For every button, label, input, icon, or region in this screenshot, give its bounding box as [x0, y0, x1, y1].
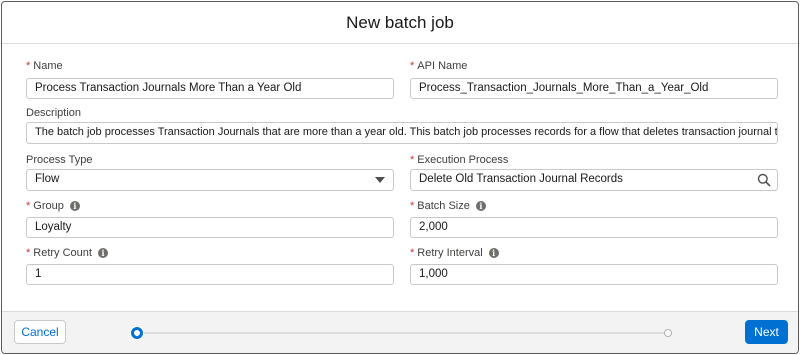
- retry-interval-label-text: Retry Interval: [417, 247, 483, 259]
- required-marker: *: [410, 60, 415, 72]
- execution-process-lookup[interactable]: Delete Old Transaction Journal Records: [410, 169, 778, 191]
- group-label: * Group i: [26, 199, 394, 213]
- description-field: Description The batch job processes Tran…: [26, 106, 778, 146]
- execution-process-value: Delete Old Transaction Journal Records: [419, 173, 623, 185]
- description-label-text: Description: [26, 107, 82, 119]
- retry-count-label-text: Retry Count: [33, 247, 92, 259]
- next-button[interactable]: Next: [745, 320, 788, 344]
- modal-footer: Cancel Next: [2, 311, 798, 353]
- info-icon[interactable]: i: [488, 248, 499, 258]
- process-type-label-text: Process Type: [26, 154, 93, 166]
- batch-size-field: * Batch Size i 2,000: [410, 199, 778, 239]
- description-label: Description: [26, 106, 778, 120]
- process-type-field: Process Type Flow: [26, 153, 394, 195]
- name-label-text: Name: [33, 60, 63, 72]
- progress-step-current[interactable]: [131, 327, 143, 339]
- info-icon[interactable]: i: [97, 248, 108, 258]
- group-label-text: Group: [33, 200, 64, 212]
- required-marker: *: [410, 200, 415, 212]
- search-icon[interactable]: [757, 173, 771, 187]
- api-name-field: * API Name Process_Transaction_Journals_…: [410, 59, 778, 99]
- retry-interval-input[interactable]: 1,000: [410, 264, 778, 285]
- retry-interval-label: * Retry Interval i: [410, 246, 778, 260]
- execution-process-label-text: Execution Process: [417, 154, 509, 166]
- api-name-input[interactable]: Process_Transaction_Journals_More_Than_a…: [410, 78, 778, 99]
- new-batch-job-modal: New batch job * Name Process Transaction…: [1, 1, 799, 354]
- api-name-label: * API Name: [410, 59, 778, 73]
- info-icon[interactable]: i: [475, 201, 486, 211]
- batch-size-label-text: Batch Size: [417, 200, 470, 212]
- name-input[interactable]: Process Transaction Journals More Than a…: [26, 78, 394, 99]
- progress-track: [137, 332, 668, 334]
- process-type-label: Process Type: [26, 153, 394, 167]
- required-marker: *: [410, 154, 415, 166]
- modal-title: New batch job: [346, 12, 454, 32]
- name-label: * Name: [26, 59, 394, 73]
- api-name-label-text: API Name: [417, 60, 468, 72]
- process-type-value: Flow: [35, 173, 60, 185]
- execution-process-label: * Execution Process: [410, 153, 778, 167]
- group-input[interactable]: Loyalty: [26, 217, 394, 238]
- cancel-button[interactable]: Cancel: [14, 320, 66, 344]
- required-marker: *: [26, 60, 31, 72]
- required-marker: *: [26, 200, 31, 212]
- retry-count-input[interactable]: 1: [26, 264, 394, 285]
- modal-header: New batch job: [2, 2, 798, 44]
- batch-size-label: * Batch Size i: [410, 199, 778, 213]
- required-marker: *: [26, 247, 31, 259]
- required-marker: *: [410, 247, 415, 259]
- group-field: * Group i Loyalty: [26, 199, 394, 239]
- info-icon[interactable]: i: [69, 201, 80, 211]
- description-input[interactable]: The batch job processes Transaction Jour…: [26, 122, 778, 144]
- chevron-down-icon: [375, 177, 385, 183]
- modal-body: * Name Process Transaction Journals More…: [2, 44, 798, 312]
- retry-count-field: * Retry Count i 1: [26, 246, 394, 286]
- execution-process-field: * Execution Process Delete Old Transacti…: [410, 153, 778, 195]
- retry-count-label: * Retry Count i: [26, 246, 394, 260]
- process-type-select[interactable]: Flow: [26, 169, 394, 191]
- name-field: * Name Process Transaction Journals More…: [26, 59, 394, 99]
- batch-size-input[interactable]: 2,000: [410, 217, 778, 238]
- retry-interval-field: * Retry Interval i 1,000: [410, 246, 778, 286]
- progress-step-next[interactable]: [664, 329, 672, 337]
